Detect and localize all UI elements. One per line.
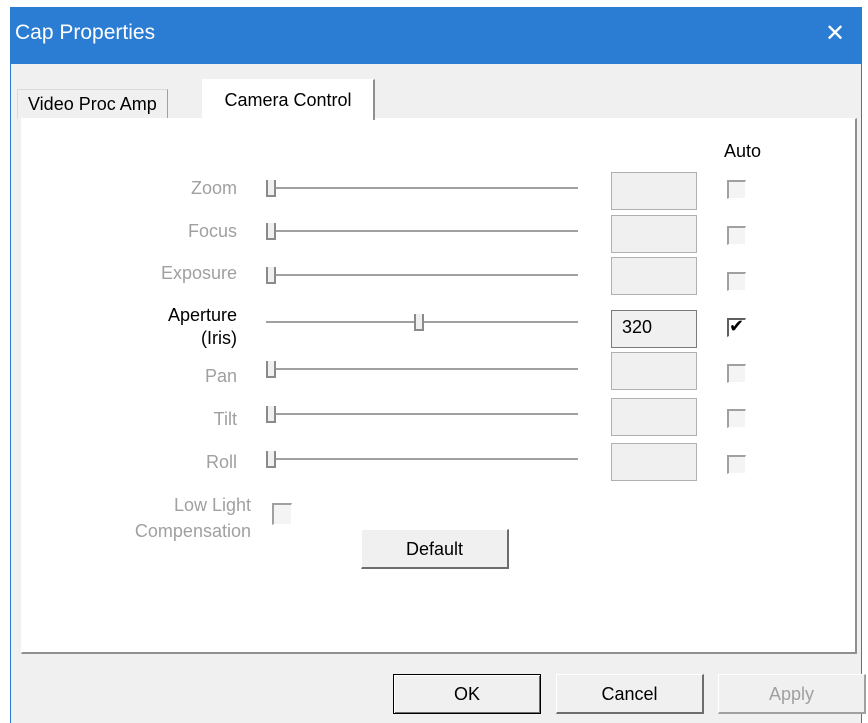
roll-slider-thumb[interactable] <box>266 451 276 468</box>
close-icon[interactable]: ✕ <box>817 16 853 52</box>
pan-value-field[interactable] <box>611 352 697 390</box>
aperture-slider[interactable] <box>266 313 578 333</box>
roll-auto-checkbox[interactable] <box>727 455 746 474</box>
roll-value-field[interactable] <box>611 443 697 481</box>
tilt-slider-track <box>266 413 578 416</box>
title-bar: Cap Properties ✕ <box>11 7 861 64</box>
pan-auto-checkbox[interactable] <box>727 364 746 383</box>
zoom-slider[interactable] <box>266 179 578 199</box>
tilt-value-field[interactable] <box>611 398 697 436</box>
roll-slider-track <box>266 458 578 461</box>
roll-label: Roll <box>205 452 237 472</box>
low-light-label-line1: Low Light <box>173 495 251 515</box>
roll-slider[interactable] <box>266 450 578 470</box>
exposure-value-field[interactable] <box>611 257 697 295</box>
aperture-label-line1: Aperture <box>167 305 237 325</box>
dialog-window: Cap Properties ✕ Video Proc Amp Camera C… <box>10 7 866 723</box>
low-light-compensation-checkbox[interactable] <box>272 503 292 525</box>
pan-slider[interactable] <box>266 360 578 380</box>
exposure-label: Exposure <box>160 263 237 283</box>
tab-strip: Video Proc Amp Camera Control <box>11 64 861 120</box>
zoom-slider-track <box>266 187 578 190</box>
tilt-slider[interactable] <box>266 405 578 425</box>
exposure-auto-checkbox[interactable] <box>727 272 746 291</box>
focus-slider-track <box>266 230 578 233</box>
default-button[interactable]: Default <box>361 529 509 569</box>
zoom-slider-thumb[interactable] <box>266 180 276 197</box>
focus-label: Focus <box>187 221 237 241</box>
exposure-slider-track <box>266 274 578 277</box>
exposure-slider-thumb[interactable] <box>266 267 276 284</box>
aperture-auto-checkbox[interactable]: ✔ <box>727 316 746 337</box>
zoom-value-field[interactable] <box>611 172 697 210</box>
pan-slider-thumb[interactable] <box>266 361 276 378</box>
auto-column-header: Auto <box>724 141 762 161</box>
tab-camera-control[interactable]: Camera Control <box>202 79 375 120</box>
focus-slider-thumb[interactable] <box>266 223 276 240</box>
aperture-label-line2: (Iris) <box>201 328 237 348</box>
aperture-slider-thumb[interactable] <box>413 314 424 331</box>
pan-label: Pan <box>204 366 237 386</box>
exposure-slider[interactable] <box>266 266 578 286</box>
tilt-auto-checkbox[interactable] <box>727 409 746 428</box>
aperture-value-field[interactable]: 320 <box>611 310 697 348</box>
low-light-label-line2: Compensation <box>134 521 251 541</box>
apply-button[interactable]: Apply <box>718 674 866 714</box>
cancel-button[interactable]: Cancel <box>556 674 704 714</box>
zoom-label: Zoom <box>190 178 237 198</box>
focus-auto-checkbox[interactable] <box>727 226 746 245</box>
checkmark-icon: ✔ <box>729 316 745 336</box>
focus-value-field[interactable] <box>611 215 697 253</box>
tilt-slider-thumb[interactable] <box>266 406 276 423</box>
focus-slider[interactable] <box>266 222 578 242</box>
window-title: Cap Properties <box>15 21 156 44</box>
low-light-compensation-label: Low Light Compensation <box>135 492 251 544</box>
aperture-label: Aperture (Iris) <box>168 304 237 350</box>
tilt-label: Tilt <box>213 409 237 429</box>
pan-slider-track <box>266 368 578 371</box>
zoom-auto-checkbox[interactable] <box>727 180 746 199</box>
ok-button[interactable]: OK <box>393 674 541 714</box>
tab-video-proc-amp[interactable]: Video Proc Amp <box>17 89 168 119</box>
